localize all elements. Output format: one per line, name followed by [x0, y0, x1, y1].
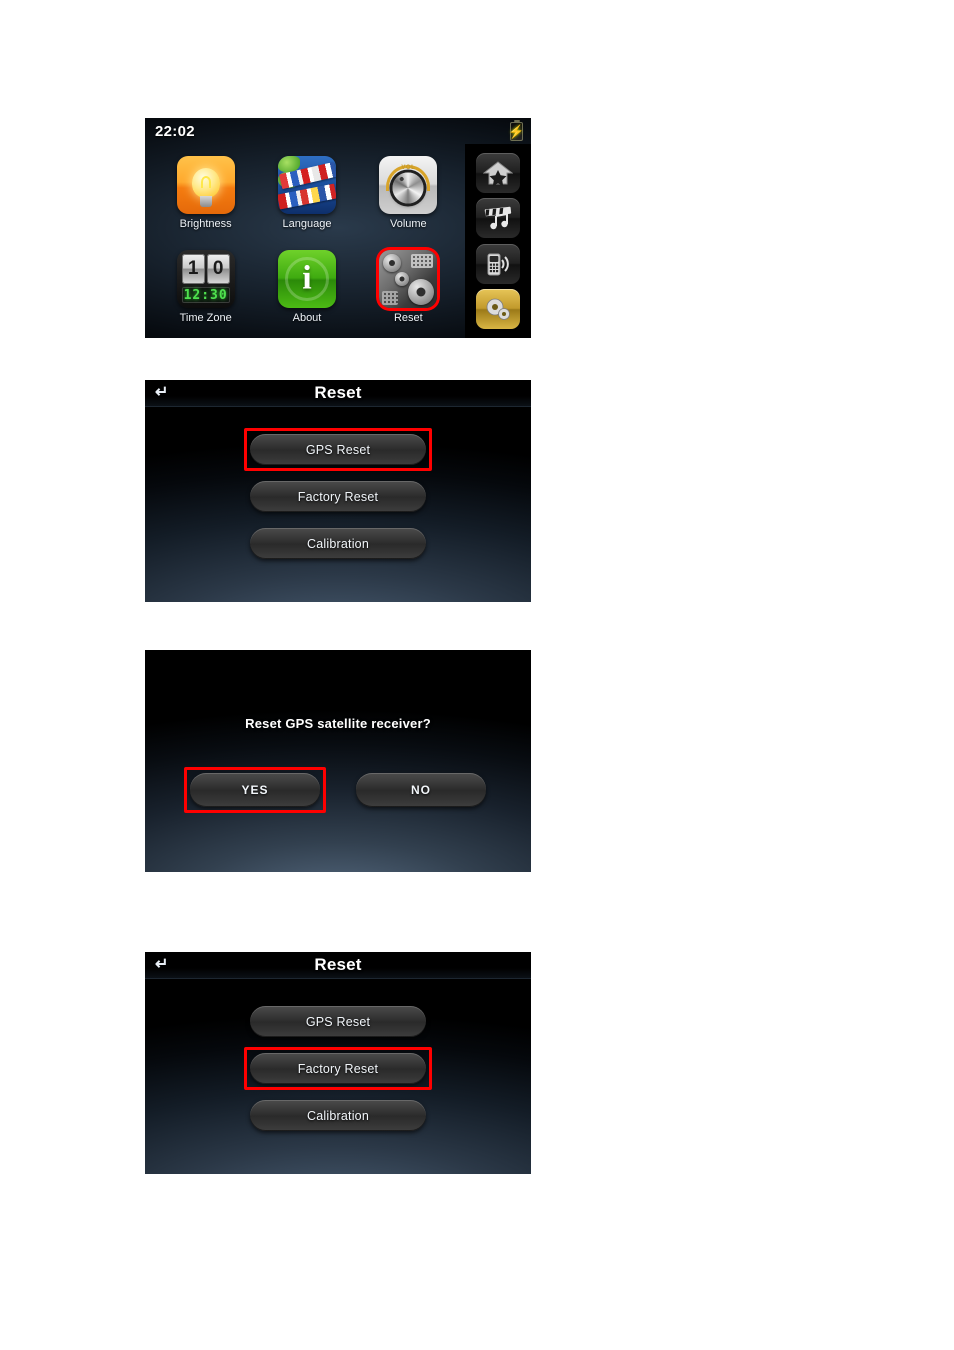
- yes-button[interactable]: YES: [184, 766, 326, 813]
- tile-label: About: [292, 312, 322, 324]
- title-bar: ↵ Reset: [145, 380, 531, 407]
- settings-tile-time-zone[interactable]: 1 0 12:30 Time Zone: [155, 240, 256, 334]
- gps-confirm-dialog-screen: Reset GPS satellite receiver? YES NO: [145, 650, 531, 872]
- media-player-icon[interactable]: [476, 198, 520, 239]
- page-title: Reset: [314, 955, 362, 974]
- phone-bluetooth-icon[interactable]: [476, 243, 520, 284]
- tile-label: Time Zone: [179, 312, 232, 324]
- title-bar: ↵ Reset: [145, 952, 531, 979]
- factory-reset-button[interactable]: Factory Reset: [244, 1047, 432, 1090]
- navigation-home-icon[interactable]: [476, 152, 520, 193]
- button-label: Calibration: [307, 536, 369, 551]
- settings-tile-reset[interactable]: Reset: [358, 240, 459, 334]
- settings-tile-about[interactable]: i About: [256, 240, 357, 334]
- page-title: Reset: [314, 383, 362, 402]
- reset-menu-screen-factory: ↵ Reset GPS Reset Factory Reset Calibrat…: [145, 952, 531, 1174]
- time-zone-clock-icon: 1 0 12:30: [176, 250, 235, 308]
- volume-knob-label: VOL: [401, 165, 416, 171]
- reset-gears-icon: [379, 250, 438, 308]
- lcd-time-display: 12:30: [181, 287, 230, 303]
- settings-screen: 22:02 ⚡ Brightness Language VOL Volume 1…: [145, 118, 531, 338]
- button-label: NO: [411, 782, 431, 797]
- button-label: Factory Reset: [297, 1061, 379, 1076]
- dialog-message: Reset GPS satellite receiver?: [245, 715, 431, 731]
- page-root: 22:02 ⚡ Brightness Language VOL Volume 1…: [0, 0, 954, 1350]
- dialog-button-row: YES NO: [184, 766, 486, 813]
- dialog-body: Reset GPS satellite receiver? YES NO: [145, 650, 531, 872]
- reset-menu-screen-gps: ↵ Reset GPS Reset Factory Reset Calibrat…: [145, 380, 531, 602]
- factory-reset-button[interactable]: Factory Reset: [250, 481, 426, 512]
- button-label: YES: [241, 782, 269, 797]
- language-flags-icon: [277, 156, 336, 214]
- charging-bolt-glyph: ⚡: [508, 123, 525, 139]
- no-button[interactable]: NO: [356, 772, 486, 807]
- battery-charging-icon: ⚡: [508, 119, 525, 141]
- settings-tile-volume[interactable]: VOL Volume: [358, 146, 459, 240]
- clock-label: 22:02: [155, 122, 195, 140]
- calibration-button[interactable]: Calibration: [250, 1100, 426, 1131]
- gps-reset-button[interactable]: GPS Reset: [250, 1006, 426, 1037]
- tile-label: Volume: [389, 218, 427, 230]
- status-bar: 22:02 ⚡: [145, 118, 531, 144]
- button-label: Factory Reset: [297, 489, 379, 504]
- gps-reset-button[interactable]: GPS Reset: [244, 428, 432, 471]
- settings-gears-icon[interactable]: [476, 289, 520, 330]
- back-icon[interactable]: ↵: [155, 957, 168, 973]
- button-label: GPS Reset: [305, 442, 371, 457]
- back-icon[interactable]: ↵: [155, 385, 168, 401]
- settings-tile-language[interactable]: Language: [256, 146, 357, 240]
- brightness-bulb-icon: [176, 156, 235, 214]
- button-label: GPS Reset: [305, 1014, 371, 1029]
- volume-knob-icon: VOL: [379, 156, 438, 214]
- flip-digit: 1: [181, 254, 205, 284]
- settings-tile-brightness[interactable]: Brightness: [155, 146, 256, 240]
- tile-label: Reset: [393, 312, 423, 324]
- settings-tile-grid: Brightness Language VOL Volume 1 0 12:30…: [145, 144, 465, 338]
- calibration-button[interactable]: Calibration: [250, 528, 426, 559]
- flip-digit: 0: [206, 254, 230, 284]
- menu-button-list: GPS Reset Factory Reset Calibration: [145, 979, 531, 1174]
- menu-button-list: GPS Reset Factory Reset Calibration: [145, 407, 531, 602]
- side-rail: [465, 144, 531, 338]
- about-info-icon: i: [277, 250, 336, 308]
- tile-label: Language: [282, 218, 332, 230]
- info-glyph: i: [302, 259, 312, 297]
- button-label: Calibration: [307, 1108, 369, 1123]
- tile-label: Brightness: [179, 218, 232, 230]
